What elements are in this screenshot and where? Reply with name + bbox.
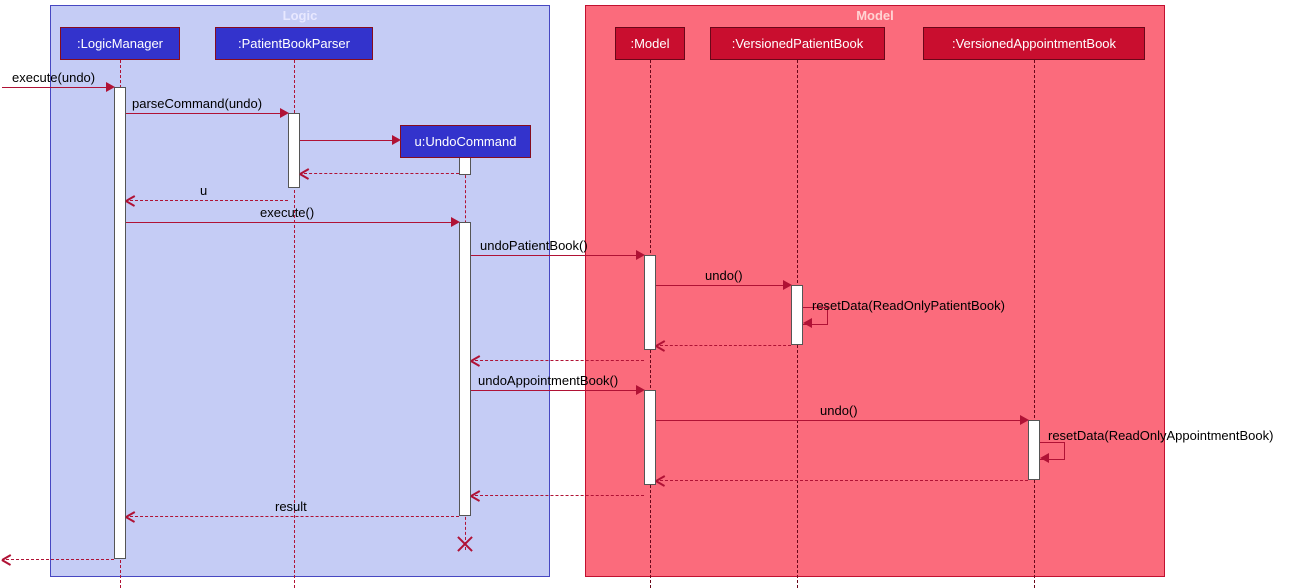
arrowhead-self-reset-appointment	[1040, 453, 1049, 463]
arrowhead-undo-appointment-book	[636, 385, 645, 395]
msg-undo-patient-book: undoPatientBook()	[480, 238, 588, 253]
msg-reset-patient: resetData(ReadOnlyPatientBook)	[812, 298, 1005, 313]
model-box-title: Model	[586, 8, 1164, 23]
activation-model-2	[644, 390, 656, 485]
msg-undo-appointment-book: undoAppointmentBook()	[478, 373, 618, 388]
arrowhead-return-model-2	[471, 491, 481, 501]
model-box: Model	[585, 5, 1165, 577]
arrow-return-vpb	[660, 345, 791, 346]
arrowhead-execute	[451, 217, 460, 227]
sequence-diagram: Logic Model :LogicManager :PatientBookPa…	[0, 0, 1307, 588]
activation-undo-command-exec	[459, 222, 471, 516]
arrowhead-return-vpb	[656, 341, 666, 351]
arrow-return-external	[6, 559, 114, 560]
msg-execute: execute()	[260, 205, 314, 220]
arrowhead-undo-patient-book	[636, 250, 645, 260]
arrow-execute-undo	[2, 87, 110, 88]
activation-vpb	[791, 285, 803, 345]
arrow-return-model-2	[475, 495, 644, 496]
arrowhead-undo-1	[783, 280, 792, 290]
arrowhead-create-undo-command	[392, 135, 401, 145]
arrow-return-create	[304, 173, 459, 174]
participant-model: :Model	[615, 27, 685, 60]
arrowhead-return-create	[300, 169, 310, 179]
arrowhead-self-reset-patient	[803, 318, 812, 328]
msg-u: u	[200, 183, 207, 198]
arrowhead-return-model-1	[471, 356, 481, 366]
participant-versioned-patient-book: :VersionedPatientBook	[710, 27, 885, 60]
arrowhead-undo-2	[1020, 415, 1029, 425]
participant-patient-book-parser: :PatientBookParser	[215, 27, 373, 60]
msg-undo-2: undo()	[820, 403, 858, 418]
arrow-undo-1	[656, 285, 787, 286]
participant-logic-manager: :LogicManager	[60, 27, 180, 60]
arrow-return-u	[130, 200, 288, 201]
arrow-undo-patient-book	[471, 255, 640, 256]
activation-logic-manager	[114, 87, 126, 559]
activation-vab	[1028, 420, 1040, 480]
msg-execute-undo: execute(undo)	[12, 70, 95, 85]
participant-undo-command: u:UndoCommand	[400, 125, 531, 158]
arrow-return-vab	[660, 480, 1028, 481]
arrowhead-result	[126, 512, 136, 522]
arrowhead-return-external	[2, 555, 12, 565]
arrow-create-undo-command	[300, 140, 396, 141]
arrow-undo-appointment-book	[471, 390, 640, 391]
arrow-execute	[126, 222, 455, 223]
arrowhead-return-u	[126, 196, 136, 206]
msg-parse-command: parseCommand(undo)	[132, 96, 262, 111]
msg-result: result	[275, 499, 307, 514]
lifeline-versioned-appointment-book	[1034, 60, 1035, 588]
destroy-undo-command	[455, 534, 475, 554]
arrow-return-model-1	[475, 360, 644, 361]
activation-patient-book-parser	[288, 113, 300, 188]
arrow-parse-command	[126, 113, 284, 114]
participant-versioned-appointment-book: :VersionedAppointmentBook	[923, 27, 1145, 60]
arrow-undo-2	[656, 420, 1024, 421]
arrowhead-return-vab	[656, 476, 666, 486]
arrowhead-parse-command	[280, 108, 289, 118]
activation-model-1	[644, 255, 656, 350]
msg-undo-1: undo()	[705, 268, 743, 283]
arrowhead-execute-undo	[106, 82, 115, 92]
msg-reset-appointment: resetData(ReadOnlyAppointmentBook)	[1048, 428, 1273, 443]
logic-box-title: Logic	[51, 8, 549, 23]
arrow-result	[130, 516, 459, 517]
